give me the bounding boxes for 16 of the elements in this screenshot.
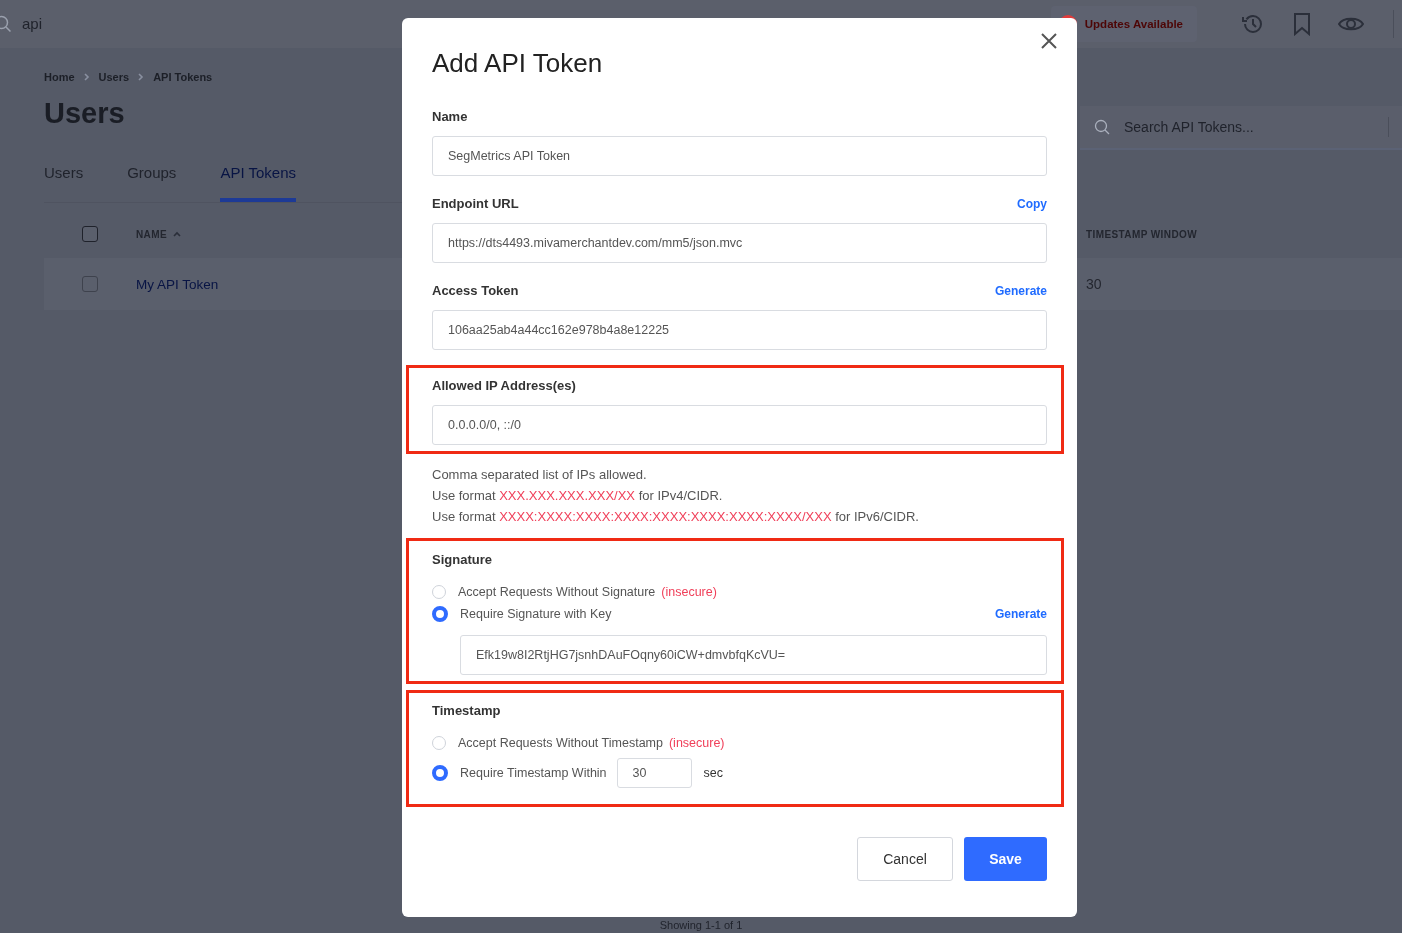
help-text: Comma separated list of IPs allowed.	[432, 466, 648, 484]
field-label: Endpoint URL	[432, 196, 519, 211]
page-title: Users	[44, 97, 125, 130]
field-label: Access Token	[432, 283, 519, 298]
help-text: Use format XXXX:XXXX:XXXX:XXXX:XXXX:XXXX:XXXX:XXXX/XXX for IPv6/CIDR.	[432, 508, 920, 526]
section-label: Timestamp	[432, 703, 502, 718]
field-label: Allowed IP Address(es)	[432, 378, 576, 393]
insecure-note: (insecure)	[668, 736, 725, 750]
unit-label: sec	[703, 766, 724, 780]
insecure-note: (insecure)	[661, 585, 717, 599]
section-label: Signature	[432, 552, 493, 567]
dialog-title: Add API Token	[432, 48, 604, 79]
field-label: Name	[432, 109, 468, 124]
pagination-summary: Showing 1-1 of 1	[658, 919, 744, 932]
help-text: Use format XXX.XXX.XXX.XXX/XX for IPv4/CIDR.	[432, 487, 724, 505]
table-cell: 30	[1086, 276, 1102, 292]
